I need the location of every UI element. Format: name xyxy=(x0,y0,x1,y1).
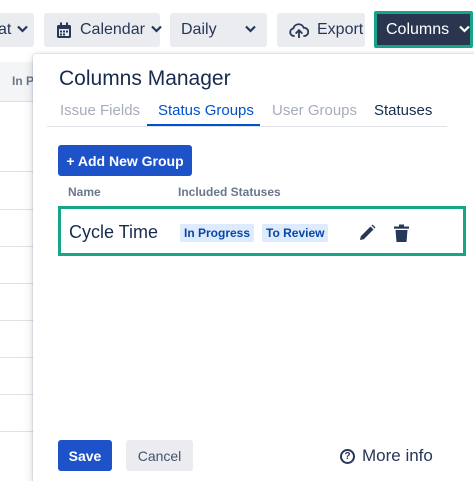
table-row-divider xyxy=(0,357,36,358)
add-new-group-button[interactable]: + Add New Group xyxy=(58,145,192,176)
app-screen: at Calendar Daily Export Columns In P Co… xyxy=(0,0,474,481)
table-header: In P xyxy=(0,62,36,102)
tab-status-groups[interactable]: Status Groups xyxy=(158,102,254,119)
status-lozenge: In Progress xyxy=(180,224,255,242)
group-row: Cycle Time In Progress To Review xyxy=(58,206,466,256)
group-name: Cycle Time xyxy=(69,222,159,242)
background-table: In P xyxy=(0,62,36,481)
table-row-divider xyxy=(0,246,36,247)
export-button[interactable]: Export xyxy=(277,13,365,47)
tab-bar: Issue Fields Status Groups User Groups S… xyxy=(47,99,447,127)
table-row-divider xyxy=(0,283,36,284)
format-dropdown[interactable]: at xyxy=(0,13,34,47)
columns-label: Columns xyxy=(386,20,450,38)
more-info-link[interactable]: ? More info xyxy=(340,446,433,466)
tab-issue-fields[interactable]: Issue Fields xyxy=(60,102,140,119)
interval-label: Daily xyxy=(181,21,217,38)
column-header-name: Name xyxy=(68,185,101,199)
table-row-divider xyxy=(0,394,36,395)
tab-statuses[interactable]: Statuses xyxy=(374,102,432,119)
table-row-divider xyxy=(0,171,36,172)
cloud-upload-icon xyxy=(289,22,309,38)
columns-manager-panel: Columns Manager Issue Fields Status Grou… xyxy=(33,54,474,481)
chevron-down-icon xyxy=(17,24,29,36)
chevron-down-icon xyxy=(459,24,470,36)
tab-user-groups[interactable]: User Groups xyxy=(272,102,357,119)
chevron-down-icon xyxy=(151,24,162,36)
table-row-divider xyxy=(0,209,36,210)
interval-dropdown[interactable]: Daily xyxy=(170,13,267,47)
table-header-cell: In P xyxy=(12,74,35,88)
active-tab-indicator xyxy=(147,124,260,126)
chevron-down-icon xyxy=(244,24,256,36)
more-info-label: More info xyxy=(362,446,433,465)
save-button[interactable]: Save xyxy=(58,440,112,471)
trash-icon[interactable] xyxy=(391,223,411,243)
export-label: Export xyxy=(317,21,364,38)
format-label: at xyxy=(0,21,12,38)
columns-button[interactable]: Columns xyxy=(374,11,473,48)
panel-title: Columns Manager xyxy=(59,67,231,90)
status-lozenge: To Review xyxy=(262,224,329,242)
calendar-label: Calendar xyxy=(80,21,145,38)
calendar-icon xyxy=(56,22,72,39)
column-header-included-statuses: Included Statuses xyxy=(178,185,281,199)
calendar-dropdown[interactable]: Calendar xyxy=(44,13,162,47)
pencil-icon[interactable] xyxy=(357,223,377,243)
cancel-button[interactable]: Cancel xyxy=(126,440,193,471)
question-icon: ? xyxy=(340,448,355,464)
table-row-divider xyxy=(0,431,36,432)
table-row-divider xyxy=(0,320,36,321)
